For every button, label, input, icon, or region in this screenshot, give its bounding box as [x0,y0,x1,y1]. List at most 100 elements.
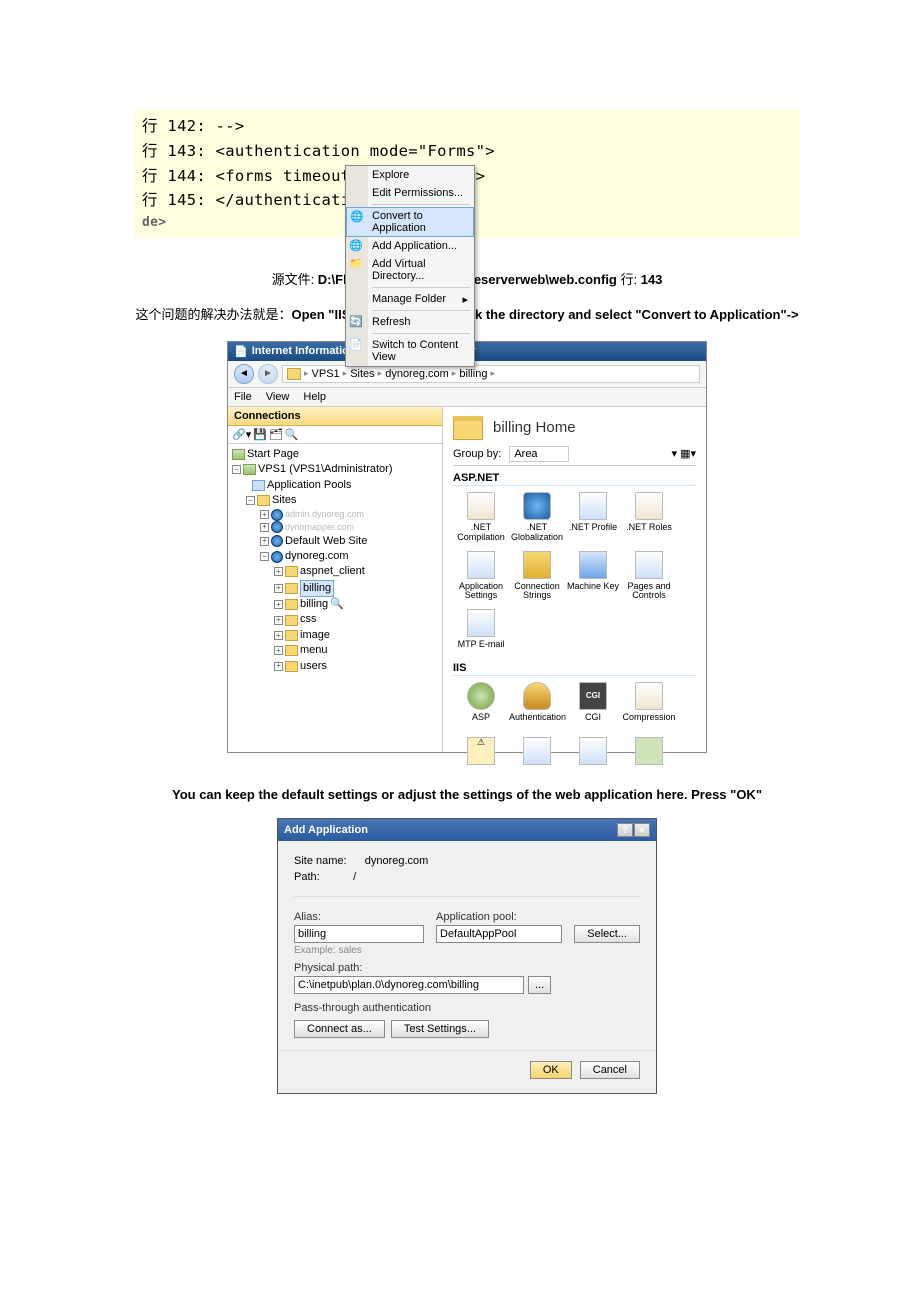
expand-icon[interactable]: + [260,523,269,532]
collapse-icon[interactable]: − [232,465,241,474]
code-line: 行 142: --> [142,114,792,139]
sites-icon [257,495,270,506]
breadcrumb[interactable]: ▸ VPS1▸ Sites▸ dynoreg.com▸ billing▸ [282,365,700,383]
menu-view[interactable]: View [266,391,290,403]
category-iis: IIS [453,662,696,676]
connect-as-button[interactable]: Connect as... [294,1020,385,1038]
feature-icon[interactable]: ⚠ [453,735,509,774]
menu-help[interactable]: Help [303,391,326,403]
instruction-caption: You can keep the default settings or adj… [134,783,800,806]
feature-icon[interactable]: .NET Globalization [509,490,565,549]
ctx-convert-to-application[interactable]: 🌐Convert to Application [346,207,474,237]
expand-icon[interactable]: + [274,616,283,625]
ctx-add-application[interactable]: 🌐Add Application... [346,237,474,255]
alias-hint: Example: sales [294,945,640,956]
expand-icon[interactable]: + [274,631,283,640]
feature-icon[interactable]: Authentication [509,680,565,729]
expand-icon[interactable]: + [274,646,283,655]
feature-icon[interactable]: Pages and Controls [621,549,677,608]
ok-button[interactable]: OK [530,1061,572,1079]
folder-icon [285,583,298,594]
ctx-add-virtual-directory[interactable]: 📁Add Virtual Directory... [346,255,474,285]
aspnet-icons: .NET Compilation .NET Globalization .NET… [453,490,696,656]
dialog-titlebar[interactable]: Add Application ? × [278,819,656,841]
expand-icon[interactable]: + [274,662,283,671]
feature-icon[interactable]: ASP [453,680,509,729]
stop-icon[interactable]: 🔍 [285,428,299,441]
ctx-manage-folder[interactable]: Manage Folder▸ [346,290,474,308]
folder-icon [285,566,298,577]
globe-icon: 🌐 [350,210,364,224]
globe-icon [271,509,283,521]
folder-icon [285,661,298,672]
feature-icon[interactable]: Machine Key [565,549,621,608]
menu-file[interactable]: File [234,391,252,403]
feature-icon[interactable]: Connection Strings [509,549,565,608]
expand-icon[interactable]: + [260,510,269,519]
select-button[interactable]: Select... [574,925,640,943]
category-aspnet: ASP.NET [453,472,696,486]
cancel-button[interactable]: Cancel [580,1061,640,1079]
app-icon: 📄 [234,345,248,358]
context-menu[interactable]: Explore Edit Permissions... 🌐Convert to … [345,165,475,367]
expand-icon[interactable]: + [260,537,269,546]
ctx-edit-permissions[interactable]: Edit Permissions... [346,184,474,202]
feature-icon[interactable] [565,735,621,774]
refresh-icon: 🔄 [349,315,363,329]
feature-icon[interactable]: Compression [621,680,677,729]
window-body: Connections 🔗▾ 💾 🗂 🔍 Start Page −VPS1 (V… [228,407,706,752]
collapse-icon[interactable]: − [246,496,255,505]
browse-button[interactable]: ... [528,976,551,994]
alias-input[interactable] [294,925,424,943]
group-by-bar: Group by: Area ▾ ▦▾ [453,446,696,466]
close-button[interactable]: × [634,823,650,837]
folder-icon [453,416,483,440]
folder-icon [287,368,301,380]
feature-icon[interactable]: .NET Roles [621,490,677,549]
feature-icon[interactable]: .NET Compilation [453,490,509,549]
view-toggle[interactable]: ▾ ▦▾ [672,447,697,460]
folder-icon: 📁 [349,257,363,271]
app-icon: 🌐 [349,239,363,253]
tree-node-selected[interactable]: billing [300,580,334,597]
dialog-body: Site name: dynoreg.com Path: / Alias: Ap… [278,841,656,1050]
search-icon: 🔍 [330,597,344,612]
feature-icon[interactable] [509,735,565,774]
expand-icon[interactable]: + [274,584,283,593]
connect-icon[interactable]: 🔗▾ [232,428,251,441]
add-application-dialog: Add Application ? × Site name: dynoreg.c… [277,818,657,1094]
feature-icon[interactable]: CGICGI [565,680,621,729]
folder-icon [285,599,298,610]
tree-view[interactable]: Start Page −VPS1 (VPS1\Administrator) Ap… [228,444,442,752]
passthrough-label: Pass-through authentication [294,1002,640,1014]
save-icon[interactable]: 💾 [253,428,267,441]
test-settings-button[interactable]: Test Settings... [391,1020,489,1038]
connections-pane: Connections 🔗▾ 💾 🗂 🔍 Start Page −VPS1 (V… [228,407,443,752]
expand-icon[interactable]: + [274,567,283,576]
forward-button[interactable]: ► [258,364,278,384]
globe-icon [271,521,283,533]
physical-path-label: Physical path: [294,962,640,974]
apppool-label: Application pool: [436,911,562,923]
ctx-switch-content-view[interactable]: 📄Switch to Content View [346,336,474,366]
feature-icon[interactable] [621,735,677,774]
content-pane: billing Home Group by: Area ▾ ▦▾ ASP.NET… [443,407,706,752]
alias-label: Alias: [294,911,424,923]
site-name-label: Site name: [294,855,347,867]
help-button[interactable]: ? [617,823,633,837]
collapse-icon[interactable]: − [260,552,269,561]
code-line: 行 143: <authentication mode="Forms"> [142,139,792,164]
feature-icon[interactable]: Application Settings [453,549,509,608]
expand-icon[interactable]: + [274,600,283,609]
group-by-select[interactable]: Area [509,446,568,462]
apppool-icon [252,480,265,491]
ctx-explore[interactable]: Explore [346,166,474,184]
up-icon[interactable]: 🗂 [269,428,283,441]
back-button[interactable]: ◄ [234,364,254,384]
feature-icon[interactable]: .NET Profile [565,490,621,549]
folder-icon [285,645,298,656]
physical-path-input[interactable] [294,976,524,994]
feature-icon[interactable]: MTP E-mail [453,607,509,656]
ctx-refresh[interactable]: 🔄Refresh [346,313,474,331]
content-icon: 📄 [349,338,363,352]
